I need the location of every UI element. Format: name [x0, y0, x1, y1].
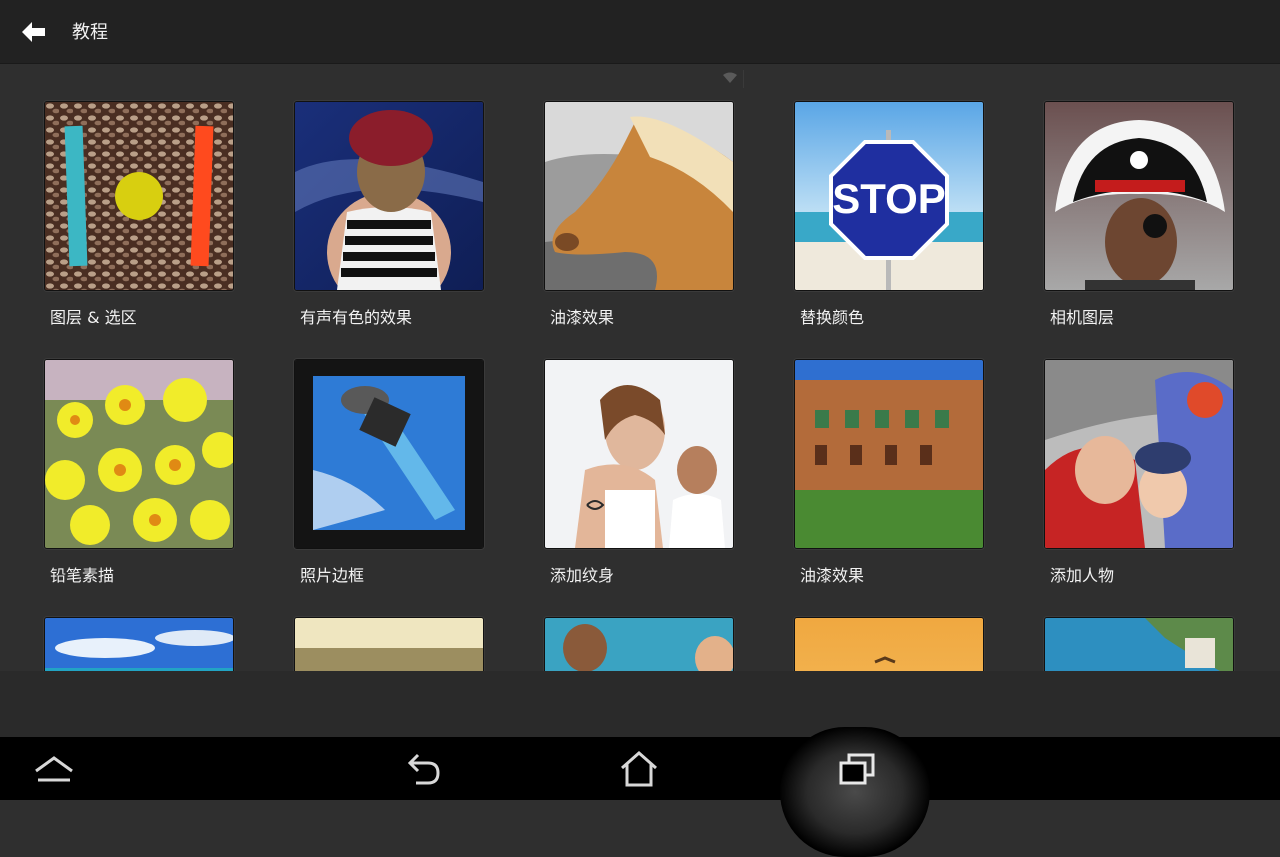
thumbnail-sunset: [794, 617, 984, 671]
tutorial-label: 有声有色的效果: [300, 308, 413, 327]
nav-back-button[interactable]: [394, 745, 454, 793]
thumbnail-beach-couple: [544, 617, 734, 671]
thumbnail-horse: [544, 101, 734, 291]
back-arrow-icon: [22, 22, 45, 42]
tutorial-row3-4[interactable]: [794, 617, 984, 671]
tutorial-label: 添加纹身: [550, 566, 615, 585]
thumbnail-field: [294, 617, 484, 671]
page-title: 教程: [72, 22, 108, 43]
tutorial-row3-5[interactable]: [1044, 617, 1234, 671]
thumbnail-layers: [44, 101, 234, 291]
tutorial-add-people[interactable]: 添加人物: [1044, 359, 1234, 585]
thumbnail-daffodils: [44, 359, 234, 549]
tutorial-grid: 图层 & 选区 有声有色的效果 油漆效果 STOP 替换颜色 相机图层 铅笔素描…: [0, 64, 1280, 671]
system-nav-bar: [0, 727, 1280, 857]
up-chevron-icon: [35, 756, 73, 782]
tutorial-add-tattoo[interactable]: 添加纹身: [544, 359, 734, 585]
thumbnail-venice: [794, 359, 984, 549]
back-button[interactable]: [14, 14, 54, 50]
tutorial-row3-2[interactable]: [294, 617, 484, 671]
thumbnail-stop-sign: STOP: [794, 101, 984, 291]
tutorial-camera-layers[interactable]: 相机图层: [1044, 101, 1234, 327]
back-icon: [407, 753, 440, 785]
tutorial-label: 油漆效果: [550, 308, 615, 327]
tutorial-label: 油漆效果: [800, 566, 865, 585]
recents-icon: [839, 753, 875, 785]
bottom-panel: [0, 671, 1280, 737]
tutorial-photo-frame[interactable]: 照片边框: [294, 359, 484, 585]
tutorial-row3-1[interactable]: [44, 617, 234, 671]
tutorial-label: 铅笔素描: [50, 566, 115, 585]
tutorial-label: 添加人物: [1050, 566, 1115, 585]
thumbnail-coast: [1044, 617, 1234, 671]
app-bar: 教程: [0, 0, 1280, 64]
thumbnail-snowboarder: [294, 359, 484, 549]
tutorial-pencil-sketch[interactable]: 铅笔素描: [44, 359, 234, 585]
tutorial-label: 图层 & 选区: [50, 308, 137, 327]
thumbnail-color-effects: [294, 101, 484, 291]
thumbnail-pirate: [1044, 101, 1234, 291]
nav-home-button[interactable]: [609, 745, 669, 793]
tutorial-layers-selection[interactable]: 图层 & 选区: [44, 101, 234, 327]
stop-sign-text: STOP: [832, 175, 946, 222]
tutorial-paint-effects-2[interactable]: 油漆效果: [794, 359, 984, 585]
tutorial-row3-3[interactable]: [544, 617, 734, 671]
nav-recents-button[interactable]: [827, 745, 887, 793]
home-icon: [621, 750, 657, 787]
tutorial-label: 相机图层: [1050, 308, 1115, 327]
tutorial-color-effects[interactable]: 有声有色的效果: [294, 101, 484, 327]
tutorial-label: 替换颜色: [800, 308, 865, 327]
thumbnail-family: [1044, 359, 1234, 549]
thumbnail-tattoo: [544, 359, 734, 549]
nav-up-button[interactable]: [24, 745, 84, 793]
tutorial-replace-color[interactable]: STOP 替换颜色: [794, 101, 984, 327]
thumbnail-beach-sky: [44, 617, 234, 671]
tutorial-paint-effects[interactable]: 油漆效果: [544, 101, 734, 327]
tutorial-label: 照片边框: [300, 566, 365, 585]
